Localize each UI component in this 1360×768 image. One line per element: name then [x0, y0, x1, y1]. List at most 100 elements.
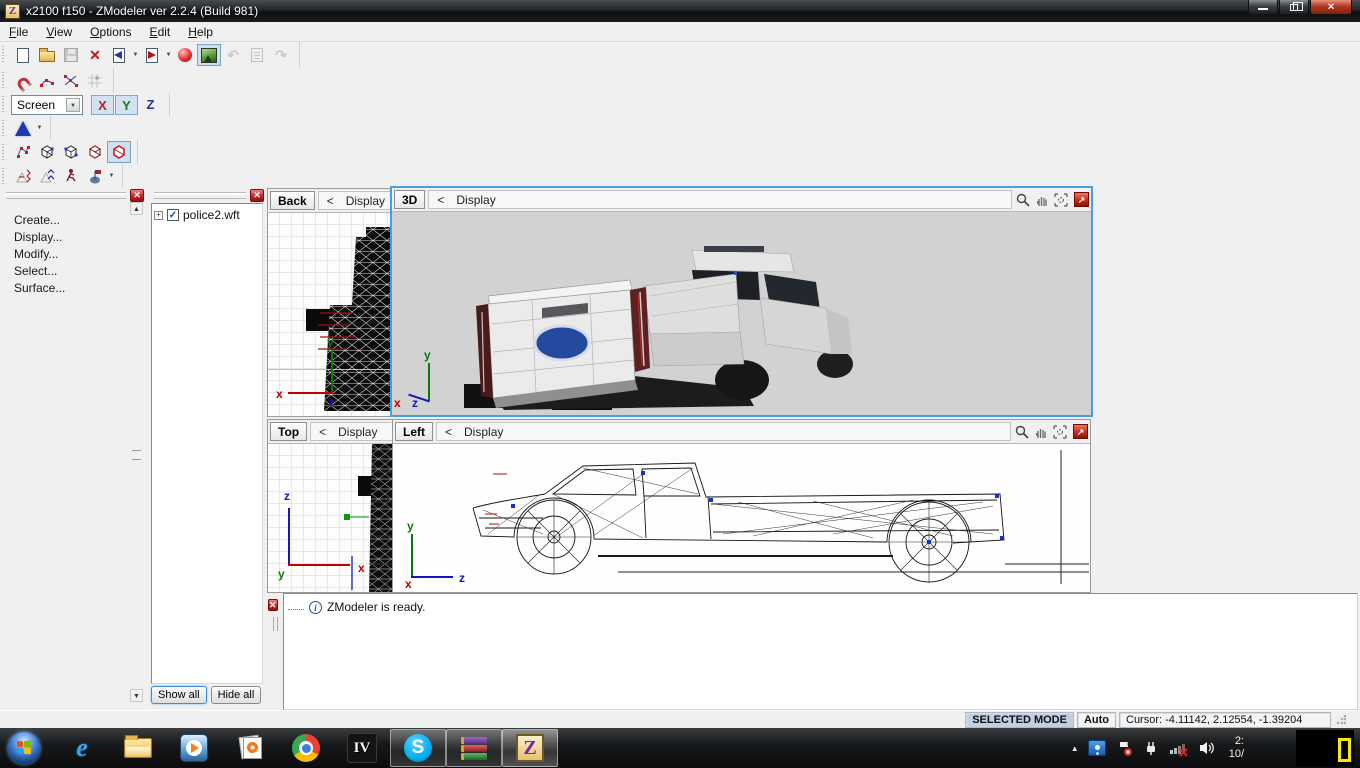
tree-panel-close-button[interactable]: ✕	[250, 188, 264, 202]
viewport-display-menu[interactable]: Display	[464, 425, 503, 439]
toolbar-grip[interactable]	[2, 45, 7, 65]
animation-button[interactable]	[59, 165, 83, 187]
morph-up-button[interactable]	[35, 165, 59, 187]
scene-tree[interactable]: + ✓ police2.wft	[151, 203, 263, 684]
create-cone-button[interactable]	[11, 117, 35, 139]
command-create[interactable]: Create...	[14, 212, 146, 229]
save-button[interactable]	[59, 44, 83, 66]
orbit-tool-icon[interactable]	[1052, 424, 1068, 440]
viewport-nav-back-icon[interactable]: <	[445, 425, 452, 439]
orbit-tool-icon[interactable]	[1053, 192, 1069, 208]
scroll-up-button[interactable]: ▲	[130, 202, 143, 215]
command-panel-scrollbar[interactable]: ▲ ▼	[130, 202, 144, 702]
vertices-level-button[interactable]	[11, 141, 35, 163]
panel-drag-handle[interactable]	[154, 191, 246, 199]
tray-network-monitor-icon[interactable]	[1087, 740, 1106, 756]
environment-button[interactable]	[197, 44, 221, 66]
command-modify[interactable]: Modify...	[14, 246, 146, 263]
redo-button[interactable]: ↷	[269, 44, 293, 66]
title-bar[interactable]: Z x2100 f150 - ZModeler ver 2.2.4 (Build…	[0, 0, 1360, 22]
viewport-back-name-button[interactable]: Back	[270, 191, 315, 210]
menu-help[interactable]: Help	[179, 23, 222, 41]
viewport-3d-canvas[interactable]: y x z	[392, 212, 1091, 415]
undo-button[interactable]: ↶	[221, 44, 245, 66]
render-button[interactable]	[173, 44, 197, 66]
log-output[interactable]: i ZModeler is ready.	[283, 593, 1358, 710]
primitives-dropdown-arrow[interactable]: ▼	[35, 125, 44, 131]
toolbar-grip[interactable]	[2, 96, 7, 113]
edges-level-button[interactable]	[35, 141, 59, 163]
axis-z-toggle[interactable]: Z	[139, 95, 162, 115]
weld-vertices-button[interactable]	[59, 70, 83, 92]
taskbar-gta-iv[interactable]: IV	[334, 729, 390, 767]
modes-dropdown-arrow[interactable]: ▼	[107, 173, 116, 179]
taskbar-photo-gallery[interactable]	[222, 729, 278, 767]
viewport-display-menu[interactable]: Display	[338, 425, 377, 439]
viewport-top-name-button[interactable]: Top	[270, 422, 308, 441]
log-panel-drag-handle[interactable]	[272, 617, 278, 631]
faces-level-button[interactable]	[59, 141, 83, 163]
taskbar-chrome[interactable]	[278, 729, 334, 767]
axis-x-toggle[interactable]: X	[91, 94, 114, 115]
tree-node-root[interactable]: + ✓ police2.wft	[154, 208, 260, 222]
visibility-checkbox[interactable]: ✓	[167, 209, 179, 221]
tray-clock[interactable]: 2: 10/	[1229, 735, 1244, 761]
expand-icon[interactable]: +	[154, 210, 163, 220]
delete-button[interactable]: ✕	[83, 44, 107, 66]
objects-level-button[interactable]	[107, 141, 131, 163]
morph-down-button[interactable]	[11, 165, 35, 187]
menu-options[interactable]: Options	[81, 23, 140, 41]
toolbar-grip[interactable]	[2, 143, 7, 161]
minimize-button[interactable]	[1248, 0, 1278, 15]
viewport-display-menu[interactable]: Display	[346, 194, 385, 208]
tray-signal-strength-icon[interactable]	[1169, 739, 1189, 757]
command-surface[interactable]: Surface...	[14, 280, 146, 297]
toolbar-grip[interactable]	[2, 167, 7, 185]
import-button[interactable]	[107, 44, 131, 66]
viewport-3d-name-button[interactable]: 3D	[394, 190, 426, 209]
viewport-maximize-button[interactable]: ↗	[1073, 424, 1088, 439]
history-button[interactable]	[245, 44, 269, 66]
new-file-button[interactable]	[11, 44, 35, 66]
tray-expand-arrow-icon[interactable]: ▲	[1071, 744, 1079, 753]
viewport-left[interactable]: Left < Display ↗ y x z	[392, 419, 1091, 593]
snap-vertices-button[interactable]	[35, 70, 59, 92]
magnet-tool-button[interactable]	[11, 70, 35, 92]
snap-grid-button[interactable]	[83, 70, 107, 92]
auto-indicator[interactable]: Auto	[1076, 711, 1116, 728]
zoom-tool-icon[interactable]	[1015, 192, 1031, 208]
menu-edit[interactable]: Edit	[141, 23, 180, 41]
panel-drag-handle[interactable]	[6, 191, 126, 199]
show-all-button[interactable]: Show all	[151, 686, 207, 704]
taskbar-internet-explorer[interactable]: e	[54, 729, 110, 767]
pan-hand-icon[interactable]	[1034, 192, 1050, 208]
export-button[interactable]	[140, 44, 164, 66]
taskbar-media-player[interactable]	[166, 729, 222, 767]
command-panel-close-button[interactable]: ✕	[130, 188, 144, 202]
viewport-nav-back-icon[interactable]: <	[319, 425, 326, 439]
taskbar-winrar[interactable]	[446, 729, 502, 767]
axis-y-toggle[interactable]: Y	[115, 94, 138, 115]
resize-grip[interactable]	[1336, 714, 1346, 725]
open-file-button[interactable]	[35, 44, 59, 66]
viewport-display-menu[interactable]: Display	[456, 193, 495, 207]
axes-mode-select[interactable]: Screen ▼	[11, 94, 83, 115]
export-dropdown-arrow[interactable]: ▼	[164, 52, 173, 58]
taskbar-file-explorer[interactable]	[110, 729, 166, 767]
hide-all-button[interactable]: Hide all	[210, 686, 262, 704]
taskbar-zmodeler[interactable]: Z	[502, 729, 558, 767]
scroll-down-button[interactable]: ▼	[130, 689, 143, 702]
flag-tool-button[interactable]	[83, 165, 107, 187]
viewport-left-canvas[interactable]: y x z	[393, 444, 1090, 592]
close-button[interactable]: ✕	[1310, 0, 1352, 15]
viewport-3d-menu-bar[interactable]: < Display	[428, 190, 1012, 209]
viewport-nav-back-icon[interactable]: <	[327, 194, 334, 208]
menu-view[interactable]: View	[37, 23, 81, 41]
taskbar-skype[interactable]: S	[390, 729, 446, 767]
viewport-nav-back-icon[interactable]: <	[437, 193, 444, 207]
restore-button[interactable]	[1279, 0, 1309, 15]
tree-node-label[interactable]: police2.wft	[183, 208, 240, 222]
command-select[interactable]: Select...	[14, 263, 146, 280]
zoom-tool-icon[interactable]	[1014, 424, 1030, 440]
viewport-left-name-button[interactable]: Left	[395, 422, 433, 441]
